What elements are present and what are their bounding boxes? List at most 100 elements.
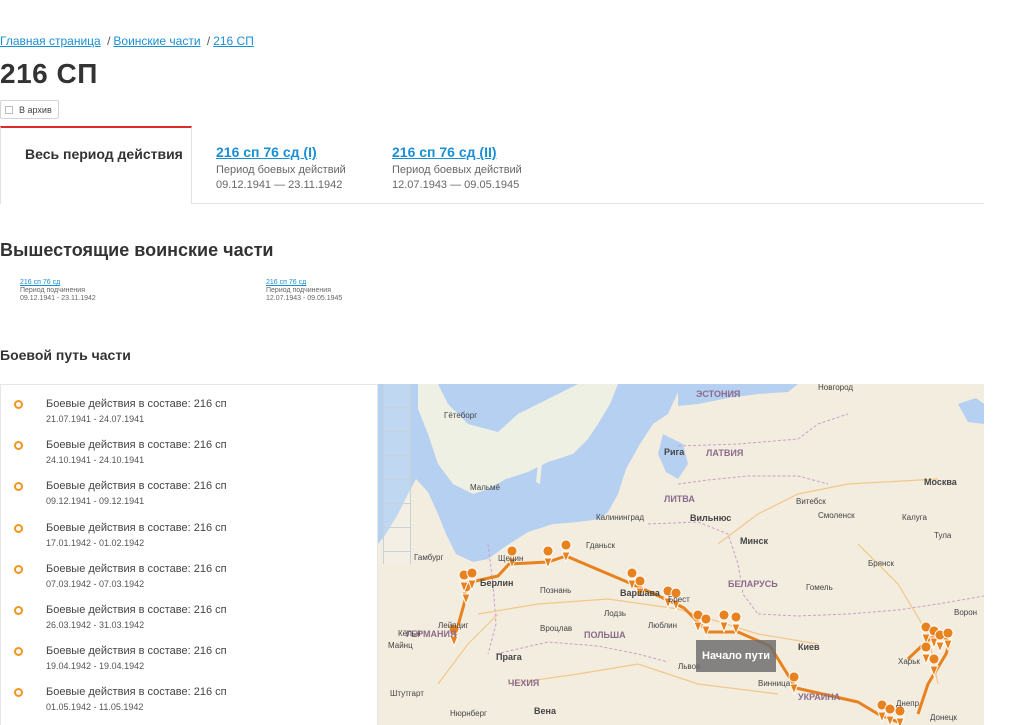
breadcrumb-separator: / (206, 34, 211, 48)
breadcrumb-home-link[interactable]: Главная страница (0, 34, 101, 48)
archive-button[interactable]: В архив (0, 100, 59, 119)
event-dates: 26.03.1942 - 31.03.1942 (46, 620, 145, 630)
city-label: Лейпциг (438, 621, 469, 630)
tab-period-1[interactable]: 216 сп 76 сд (I) Период боевых действий … (216, 144, 346, 191)
tab-period-1-caption: Период боевых действий (216, 164, 346, 176)
superior-unit-link[interactable]: 216 сп 76 сд (20, 279, 96, 287)
list-item[interactable]: Боевые действия в составе: 216 сп 24.10.… (1, 432, 377, 472)
superior-unit-dates: 12.07.1943 - 09.05.1945 (266, 295, 343, 302)
event-marker-icon (14, 606, 23, 615)
city-label: Гомель (806, 583, 833, 592)
city-label: Штутгарт (390, 689, 424, 698)
event-marker-icon (14, 688, 23, 697)
list-item[interactable]: Боевые действия в составе: 216 сп 07.03.… (1, 556, 377, 596)
event-title: Боевые действия в составе: 216 сп (46, 398, 227, 410)
list-item[interactable]: Боевые действия в составе: 216 сп 01.05.… (1, 679, 377, 719)
country-label-poland: ПОЛЬША (584, 630, 626, 640)
event-title: Боевые действия в составе: 216 сп (46, 480, 227, 492)
combat-events-list: Боевые действия в составе: 216 сп 21.07.… (0, 384, 378, 725)
tab-period-2-caption: Период боевых действий (392, 164, 522, 176)
breadcrumb-separator: / (107, 34, 111, 48)
country-label-belarus: БЕЛАРУСЬ (728, 579, 778, 589)
city-label: Новгород (818, 384, 853, 392)
country-label-latvia: ЛАТВИЯ (706, 448, 743, 458)
city-label: Познань (540, 586, 571, 595)
map-canvas[interactable]: ЭСТОНИЯ ЛАТВИЯ ЛИТВА БЕЛАРУСЬ ПОЛЬША ГЕР… (378, 384, 984, 725)
city-label: Калуга (902, 513, 928, 522)
combat-path-heading: Боевой путь части (0, 347, 131, 363)
event-title: Боевые действия в составе: 216 сп (46, 563, 227, 575)
breadcrumb-current-link[interactable]: 216 СП (213, 34, 254, 48)
event-dates: 19.04.1942 - 19.04.1942 (46, 661, 145, 671)
city-label: Гётеборг (444, 411, 477, 420)
list-item[interactable]: Боевые действия в составе: 216 сп 19.04.… (1, 638, 377, 678)
tab-period-1-link[interactable]: 216 сп 76 сд (I) (216, 144, 346, 160)
event-marker-icon (14, 441, 23, 450)
city-label: Кёльн (398, 629, 420, 638)
city-label: Донецк (930, 713, 957, 722)
country-label-czechia: ЧЕХИЯ (508, 678, 539, 688)
city-label: Мальмё (470, 483, 501, 492)
event-dates: 07.03.1942 - 07.03.1942 (46, 579, 145, 589)
event-title: Боевые действия в составе: 216 сп (46, 645, 227, 657)
city-label: Винница (758, 679, 791, 688)
map-zoom-step[interactable] (384, 504, 410, 528)
archive-button-label: В архив (19, 104, 52, 115)
country-label-lithuania: ЛИТВА (664, 494, 695, 504)
country-label-ukraine: УКРАИНА (798, 692, 841, 702)
tab-whole-period[interactable]: Весь период действия (0, 126, 192, 204)
map-zoom-step[interactable] (384, 432, 410, 456)
city-label: Ворон (954, 608, 977, 617)
list-item[interactable]: Боевые действия в составе: 216 сп 21.07.… (1, 391, 377, 431)
event-title: Боевые действия в составе: 216 сп (46, 604, 227, 616)
event-marker-icon (14, 565, 23, 574)
city-label: Лодзь (604, 609, 626, 618)
map-zoom-step[interactable] (384, 528, 410, 552)
event-title: Боевые действия в составе: 216 сп (46, 522, 227, 534)
superior-unit-caption: Период подчинения (266, 287, 331, 294)
event-dates: 21.07.1941 - 24.07.1941 (46, 414, 145, 424)
page-title: 216 СП (0, 58, 98, 89)
combat-path-map[interactable]: ЭСТОНИЯ ЛАТВИЯ ЛИТВА БЕЛАРУСЬ ПОЛЬША ГЕР… (378, 384, 984, 725)
city-label: Калининград (596, 513, 644, 522)
breadcrumb-units-link[interactable]: Воинские части (113, 34, 200, 48)
city-label: Люблин (648, 621, 677, 630)
tab-period-2-link[interactable]: 216 сп 76 сд (II) (392, 144, 522, 160)
country-label-estonia: ЭСТОНИЯ (696, 389, 740, 399)
map-zoom-step[interactable] (384, 408, 410, 432)
tab-period-1-dates: 09.12.1941 — 23.11.1942 (216, 179, 343, 191)
list-item[interactable]: Боевые действия в составе: 216 сп 09.12.… (1, 473, 377, 513)
map-zoom-step[interactable] (384, 480, 410, 504)
map-zoom-step[interactable] (384, 384, 410, 408)
event-title: Боевые действия в составе: 216 сп (46, 686, 227, 698)
list-item[interactable]: Боевые действия в составе: 216 сп 17.01.… (1, 515, 377, 555)
event-marker-icon (14, 482, 23, 491)
map-start-tooltip: Начало пути (696, 640, 776, 672)
period-tabs: Весь период действия 216 сп 76 сд (I) Пе… (0, 126, 984, 204)
superior-unit-item: 216 сп 76 сд Период подчинения 09.12.194… (20, 279, 96, 303)
event-marker-icon (14, 524, 23, 533)
city-label: Смоленск (818, 511, 855, 520)
city-label: Днепр (896, 699, 920, 708)
breadcrumb: Главная страница / Воинские части /216 СП (0, 34, 254, 48)
city-label: Майнц (388, 641, 413, 650)
city-label: Тула (934, 531, 952, 540)
map-zoom-step[interactable] (384, 456, 410, 480)
city-label: Вена (534, 706, 557, 716)
superior-unit-item: 216 сп 76 сд Период подчинения 12.07.194… (266, 279, 342, 303)
superior-unit-caption: Период подчинения (20, 287, 85, 294)
city-label: Витебск (796, 497, 826, 506)
city-label: Варшава (620, 588, 661, 598)
city-label: Брест (668, 595, 690, 604)
city-label: Москва (924, 477, 958, 487)
city-label: Прага (496, 652, 523, 662)
tab-period-2[interactable]: 216 сп 76 сд (II) Период боевых действий… (392, 144, 522, 191)
city-label: Киев (798, 642, 820, 652)
city-label: Нюрнберг (450, 709, 487, 718)
event-dates: 09.12.1941 - 09.12.1941 (46, 496, 145, 506)
map-zoom-control[interactable] (383, 384, 411, 564)
city-label: Вильнюс (690, 513, 731, 523)
list-item[interactable]: Боевые действия в составе: 216 сп 26.03.… (1, 597, 377, 637)
tab-period-2-dates: 12.07.1943 — 09.05.1945 (392, 179, 520, 191)
superior-unit-link[interactable]: 216 сп 76 сд (266, 279, 342, 287)
